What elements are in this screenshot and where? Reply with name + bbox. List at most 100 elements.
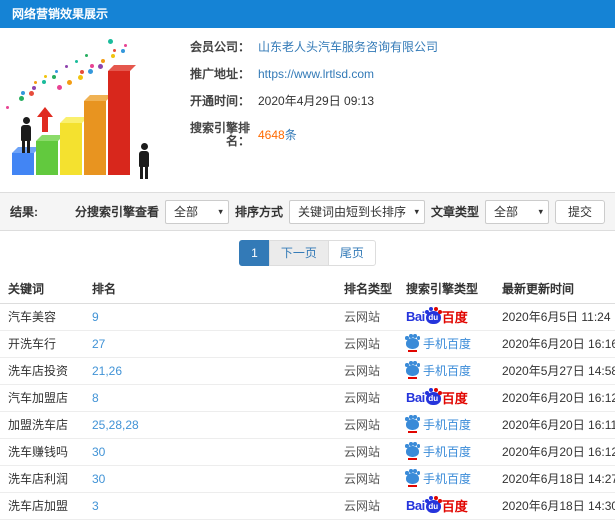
table-row: 洗车赚钱吗 30 云网站 手机百度 2020年6月20日 16:12 (0, 438, 615, 466)
mobile-baidu-logo: 手机百度 (405, 334, 471, 352)
filter-controls: 分搜索引擎查看 全部 排序方式 关键词由短到长排序 文章类型 全部 提交 (74, 199, 605, 224)
rank-type-cell: 云网站 (340, 411, 402, 439)
rank-type-cell: 云网站 (340, 357, 402, 385)
mobile-baidu-paw-icon (405, 442, 420, 460)
engine-rank-label: 搜索引擎排名： (189, 121, 250, 148)
illustration-bar-red (108, 71, 130, 175)
marketing-effect-page: 网络营销效果展示 会员公司： 山东老人头汽车服务咨询有限公司 推广地址： htt… (0, 0, 615, 520)
keyword-cell: 开洗车行 (0, 330, 88, 358)
info-row-rank-count: 搜索引擎排名： 4648 条 (180, 122, 615, 148)
mobile-baidu-paw-icon (405, 415, 420, 433)
baidu-logo: Bai du 百度 (406, 496, 468, 514)
article-type-select-wrap: 全部 (484, 199, 549, 224)
company-name-link[interactable]: 山东老人头汽车服务咨询有限公司 (258, 41, 438, 54)
page-title: 网络营销效果展示 (12, 7, 109, 21)
rank-count-suffix[interactable]: 条 (285, 128, 297, 142)
page-1-button[interactable]: 1 (239, 240, 270, 266)
rank-count-value: 4648 (258, 127, 285, 142)
mobile-baidu-logo: 手机百度 (405, 469, 471, 487)
table-row: 加盟洗车店 25,28,28 云网站 手机百度 2020年6月20日 16:11 (0, 411, 615, 439)
updated-cell: 2020年6月20日 16:11 (498, 411, 615, 439)
member-info-list: 会员公司： 山东老人头汽车服务咨询有限公司 推广地址： https://www.… (180, 28, 615, 192)
table-header: 关键词 排名 排名类型 搜索引擎类型 最新更新时间 (0, 275, 615, 304)
rank-link[interactable]: 27 (88, 330, 340, 358)
engine-filter-select-wrap: 全部 (164, 199, 229, 224)
keyword-cell: 洗车店加盟 (0, 492, 88, 520)
company-label: 会员公司： (189, 40, 250, 54)
engine-cell: Bai du 百度 (402, 384, 498, 412)
illustration-bar-green (36, 141, 58, 175)
col-rank-type: 排名类型 (340, 275, 402, 304)
last-page-button[interactable]: 尾页 (327, 240, 376, 266)
engine-cell: 手机百度 (402, 330, 498, 358)
updated-cell: 2020年6月20日 16:12 (498, 438, 615, 466)
updated-cell: 2020年6月20日 16:16 (498, 330, 615, 358)
businessman-figure-left (18, 117, 34, 153)
rank-link[interactable]: 8 (88, 384, 340, 412)
rank-type-cell: 云网站 (340, 303, 402, 331)
member-info-section: 会员公司： 山东老人头汽车服务咨询有限公司 推广地址： https://www.… (0, 28, 615, 192)
updated-cell: 2020年6月20日 16:12 (498, 384, 615, 412)
col-engine-type: 搜索引擎类型 (402, 275, 498, 304)
rank-type-cell: 云网站 (340, 465, 402, 493)
up-arrow-icon (37, 107, 53, 132)
page-header: 网络营销效果展示 (0, 0, 615, 28)
table-row: 洗车店利润 30 云网站 手机百度 2020年6月18日 14:27 (0, 465, 615, 493)
illustration-bar-yellow (60, 123, 82, 175)
sort-select[interactable]: 关键词由短到长排序 (288, 199, 425, 224)
illustration-bar-orange (84, 101, 106, 175)
table-row: 汽车美容 9 云网站 Bai du 百度 2020年6月5日 11:24 (0, 303, 615, 331)
engine-cell: Bai du 百度 (402, 492, 498, 520)
promo-url-label: 推广地址： (189, 67, 250, 81)
info-row-opened: 开通时间： 2020年4月29日 09:13 (180, 95, 615, 108)
updated-cell: 2020年6月18日 14:27 (498, 465, 615, 493)
rank-link[interactable]: 30 (88, 465, 340, 493)
table-row: 洗车店投资 21,26 云网站 手机百度 2020年5月27日 14:58 (0, 357, 615, 385)
keyword-ranking-table: 关键词 排名 排名类型 搜索引擎类型 最新更新时间 汽车美容 9 云网站 Bai… (0, 275, 615, 520)
rank-type-cell: 云网站 (340, 492, 402, 520)
mobile-baidu-paw-icon (405, 334, 420, 352)
engine-filter-label: 分搜索引擎查看 (74, 205, 159, 219)
sort-select-wrap: 关键词由短到长排序 (288, 199, 425, 224)
col-updated: 最新更新时间 (498, 275, 615, 304)
keyword-cell: 洗车赚钱吗 (0, 438, 88, 466)
open-time-value: 2020年4月29日 09:13 (258, 94, 375, 108)
table-body: 汽车美容 9 云网站 Bai du 百度 2020年6月5日 11:24 开洗车行 … (0, 303, 615, 520)
engine-cell: 手机百度 (402, 357, 498, 385)
baidu-logo: Bai du 百度 (406, 307, 468, 325)
mobile-baidu-paw-icon (405, 469, 420, 487)
rank-type-cell: 云网站 (340, 438, 402, 466)
open-time-label: 开通时间： (189, 94, 250, 108)
col-keyword: 关键词 (0, 275, 88, 304)
promo-url-link[interactable]: https://www.lrtlsd.com (258, 68, 374, 81)
col-rank: 排名 (88, 275, 340, 304)
updated-cell: 2020年6月5日 11:24 (498, 303, 615, 331)
keyword-cell: 汽车美容 (0, 303, 88, 331)
rank-link[interactable]: 21,26 (88, 357, 340, 385)
article-type-select[interactable]: 全部 (484, 199, 549, 224)
engine-filter-select[interactable]: 全部 (164, 199, 229, 224)
table-row: 开洗车行 27 云网站 手机百度 2020年6月20日 16:16 (0, 330, 615, 358)
sort-label: 排序方式 (234, 205, 283, 219)
next-page-button[interactable]: 下一页 (268, 240, 329, 266)
keyword-cell: 汽车加盟店 (0, 384, 88, 412)
rank-link[interactable]: 30 (88, 438, 340, 466)
engine-cell: 手机百度 (402, 411, 498, 439)
updated-cell: 2020年5月27日 14:58 (498, 357, 615, 385)
rank-link[interactable]: 9 (88, 303, 340, 331)
keyword-cell: 洗车店利润 (0, 465, 88, 493)
baidu-paw-icon: du (424, 388, 442, 405)
engine-cell: 手机百度 (402, 438, 498, 466)
rank-link[interactable]: 3 (88, 492, 340, 520)
rank-link[interactable]: 25,28,28 (88, 411, 340, 439)
result-label: 结果: (10, 205, 38, 219)
keyword-cell: 洗车店投资 (0, 357, 88, 385)
baidu-paw-icon: du (424, 307, 442, 324)
mobile-baidu-paw-icon (405, 361, 420, 379)
submit-button[interactable]: 提交 (554, 199, 605, 224)
pagination: 1 下一页 尾页 (0, 231, 615, 275)
mobile-baidu-logo: 手机百度 (405, 415, 471, 433)
keyword-cell: 加盟洗车店 (0, 411, 88, 439)
marketing-chart-illustration (0, 28, 180, 190)
businessman-figure-right (136, 143, 152, 179)
